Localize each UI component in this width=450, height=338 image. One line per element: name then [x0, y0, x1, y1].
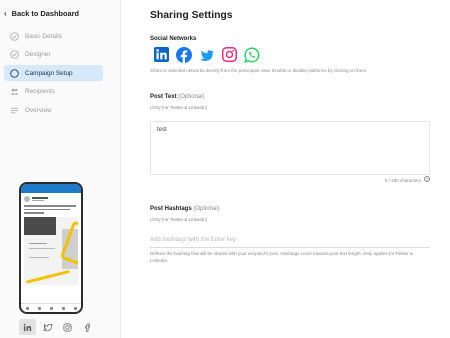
nav-item-label: Basic Details	[25, 32, 62, 40]
instagram-icon[interactable]	[221, 46, 238, 63]
twitter-icon[interactable]	[39, 319, 56, 335]
post-text-note: (Only For Twitter & LinkedIn)	[150, 105, 208, 110]
character-counter: 5 / 280 characters	[384, 178, 421, 183]
phone-nav-bar	[21, 303, 81, 312]
nav-item-campaign-setup[interactable]: Campaign Setup	[4, 65, 103, 81]
social-networks-hint: Share to selected networks directly from…	[150, 68, 368, 73]
post-hashtags-label: Post Hashtags (Optional)	[150, 206, 220, 212]
phone-status-bar	[21, 184, 81, 193]
info-icon[interactable]: ?	[424, 176, 430, 182]
nav-item-overview[interactable]: Overview	[4, 102, 103, 118]
step-nav: Basic Details Designer Campaign Setup Re…	[0, 28, 121, 121]
chevron-left-icon: ‹	[4, 9, 7, 18]
certificate-thumbnail	[24, 216, 78, 285]
circle-icon	[10, 68, 19, 78]
preview-tabs	[19, 319, 99, 335]
optional-tag: (Optional)	[178, 94, 205, 100]
post-author	[32, 196, 48, 199]
instagram-icon[interactable]	[59, 319, 76, 335]
sidebar: ‹ Back to Dashboard Basic Details Design…	[0, 0, 121, 338]
people-icon	[10, 87, 19, 96]
nav-item-basic-details[interactable]: Basic Details	[4, 28, 103, 44]
optional-tag: (Optional)	[193, 206, 220, 212]
check-circle-icon	[10, 31, 19, 41]
post-header	[21, 193, 81, 203]
post-text-textarea[interactable]: test	[150, 121, 430, 175]
nav-item-label: Overview	[25, 106, 52, 114]
back-to-dashboard-link[interactable]: ‹ Back to Dashboard	[4, 9, 79, 18]
social-networks-label: Social Networks	[150, 36, 197, 42]
nav-item-label: Recipients	[25, 88, 55, 95]
hashtags-description: Defines the hashtag that will be shared …	[150, 251, 413, 263]
twitter-icon[interactable]	[198, 46, 215, 63]
linkedin-icon[interactable]	[19, 319, 36, 335]
social-networks-list	[153, 46, 266, 63]
list-icon	[10, 106, 19, 115]
post-subtitle	[32, 199, 44, 202]
back-label: Back to Dashboard	[11, 9, 80, 18]
page-title: Sharing Settings	[150, 10, 233, 21]
check-circle-icon	[10, 50, 19, 59]
whatsapp-icon[interactable]	[243, 46, 260, 63]
nav-item-recipients[interactable]: Recipients	[4, 84, 103, 100]
post-text-line	[24, 208, 70, 210]
phone-preview	[19, 182, 83, 314]
post-text-label: Post Text (Optional)	[150, 94, 205, 100]
facebook-icon[interactable]	[176, 46, 193, 63]
nav-item-designer[interactable]: Designer	[4, 47, 103, 63]
nav-item-label: Campaign Setup	[25, 69, 73, 77]
nav-item-label: Designer	[25, 51, 51, 58]
post-text-line	[24, 205, 76, 207]
facebook-icon[interactable]	[79, 319, 96, 335]
linkedin-icon[interactable]	[153, 46, 170, 63]
post-text-line	[24, 212, 44, 214]
post-hashtags-note: (Only For Twitter & LinkedIn)	[150, 217, 208, 222]
avatar	[24, 196, 30, 202]
hashtag-input[interactable]: Add hashtags with the Enter key	[150, 234, 430, 248]
